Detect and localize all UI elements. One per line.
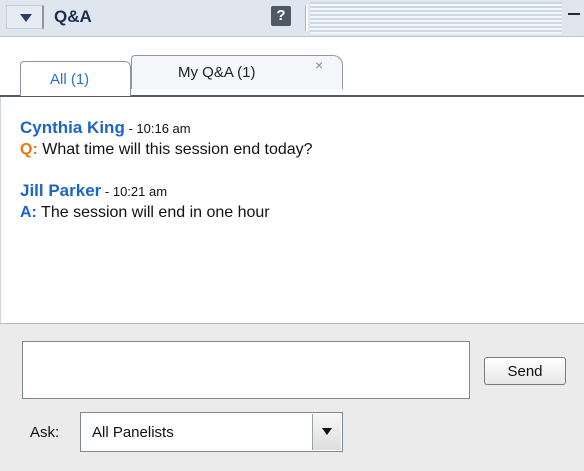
help-icon[interactable]: ? xyxy=(271,6,291,26)
close-icon[interactable]: × xyxy=(315,57,323,73)
chevron-down-icon xyxy=(322,428,332,435)
dropdown-button[interactable] xyxy=(312,414,341,450)
panel-titlebar: Q&A ? xyxy=(0,0,584,37)
question-input[interactable] xyxy=(22,341,470,399)
list-item: Cynthia King - 10:16 am Q: What time wil… xyxy=(20,118,313,159)
message-text: The session will end in one hour xyxy=(41,204,270,221)
qa-message-list: Cynthia King - 10:16 am Q: What time wil… xyxy=(0,97,584,323)
tab-strip: My Q&A (1) × All (1) xyxy=(0,37,584,97)
sender-name: Cynthia King xyxy=(20,118,125,137)
tab-label: My Q&A (1) xyxy=(178,64,256,81)
message-time: 10:16 am xyxy=(136,121,191,136)
minimize-icon[interactable] xyxy=(568,13,580,15)
selected-recipient: All Panelists xyxy=(92,424,174,441)
panel-title: Q&A xyxy=(54,7,92,26)
message-separator: - xyxy=(124,121,137,136)
send-button[interactable]: Send xyxy=(484,357,566,385)
question-compose-area: Send Ask: All Panelists xyxy=(0,323,584,471)
collapse-button[interactable] xyxy=(6,5,44,29)
tab-my-qa[interactable]: My Q&A (1) × xyxy=(131,55,343,89)
tab-all[interactable]: All (1) xyxy=(20,61,131,96)
ask-recipient-select[interactable]: All Panelists xyxy=(80,412,343,452)
message-time: 10:21 am xyxy=(112,184,168,199)
tab-label: All (1) xyxy=(50,71,90,88)
list-item: Jill Parker - 10:21 am A: The session wi… xyxy=(20,181,270,222)
message-text: What time will this session end today? xyxy=(42,141,313,158)
answer-tag: A: xyxy=(20,204,37,221)
triangle-down-icon xyxy=(20,14,32,22)
ask-label: Ask: xyxy=(30,424,60,441)
titlebar-divider xyxy=(305,5,308,31)
message-separator: - xyxy=(101,184,113,199)
drag-grip[interactable] xyxy=(310,2,562,34)
question-tag: Q: xyxy=(20,141,38,158)
sender-name: Jill Parker xyxy=(20,181,102,200)
